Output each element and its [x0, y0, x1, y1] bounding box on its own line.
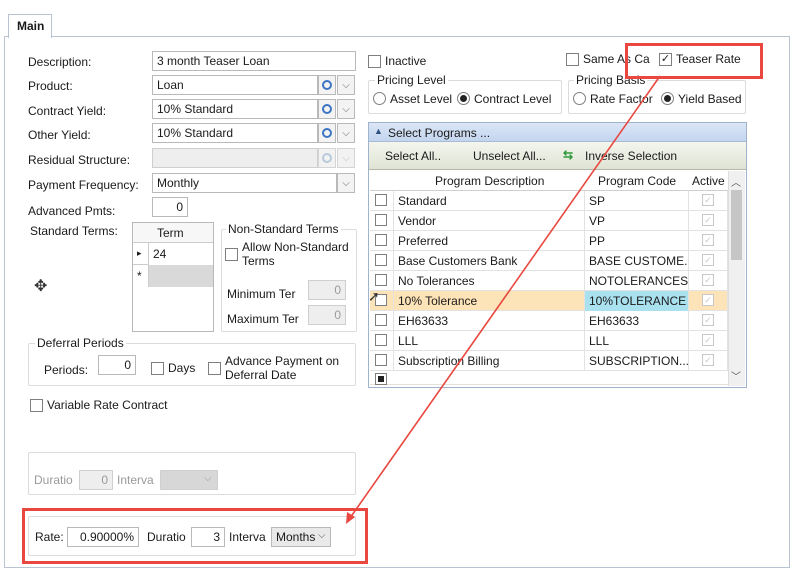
annotation-arrow [346, 75, 661, 524]
tab-main[interactable]: Main [8, 14, 52, 38]
move-cursor-icon: ✥ [34, 278, 48, 295]
pointer-cursor-icon: ➚ [368, 288, 380, 304]
tab-main-label: Main [17, 19, 45, 33]
